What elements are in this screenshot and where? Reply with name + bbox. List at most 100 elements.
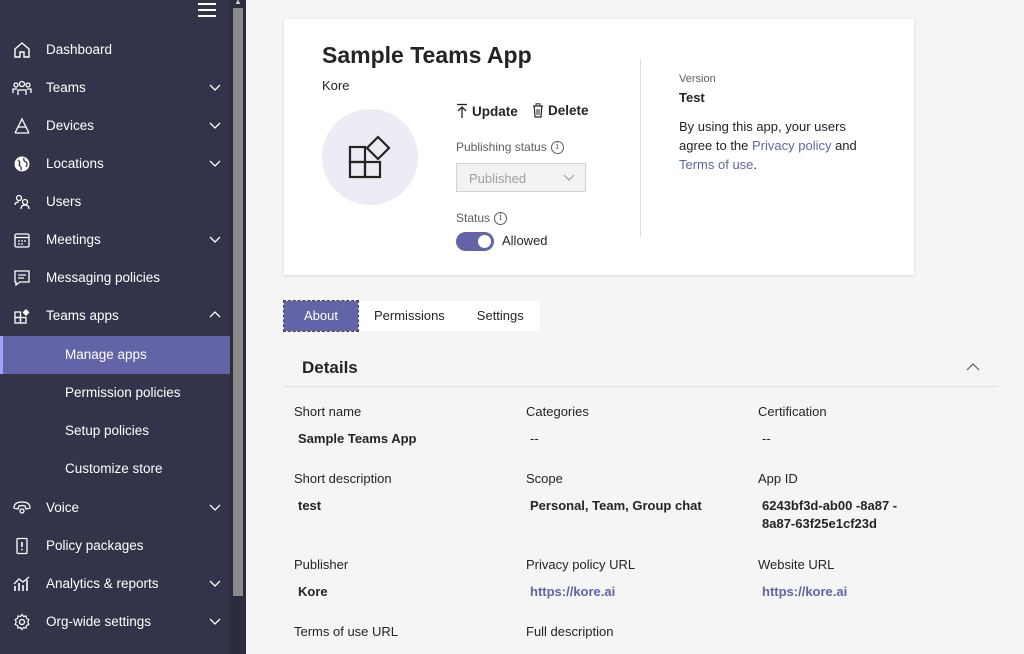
nav-label: Messaging policies	[46, 270, 161, 285]
short-description-value: test	[298, 498, 322, 513]
chevron-down-icon	[209, 84, 221, 91]
delete-button[interactable]: Delete	[532, 103, 589, 118]
devices-icon	[12, 117, 32, 135]
terms-url-label: Terms of use URL	[294, 624, 399, 639]
chevron-down-icon	[209, 122, 221, 129]
main-content: Sample Teams App Kore Update Delete Publ…	[246, 0, 1024, 654]
globe-icon	[12, 155, 32, 173]
subitem-label: Permission policies	[65, 385, 181, 400]
chevron-up-icon[interactable]	[966, 361, 980, 373]
sidebar-scrollbar[interactable]: ▲	[230, 0, 246, 654]
sidebar: Dashboard Teams Devices Locations Users	[0, 0, 230, 654]
card-divider	[640, 59, 641, 237]
chevron-down-icon	[209, 618, 221, 625]
tab-permissions[interactable]: Permissions	[358, 301, 461, 331]
full-description-label: Full description	[526, 624, 614, 639]
nav-item-meetings[interactable]: Meetings	[0, 221, 230, 259]
toggle-knob	[478, 235, 491, 248]
privacy-policy-link[interactable]: Privacy policy	[752, 138, 831, 153]
website-url-link[interactable]: https://kore.ai	[762, 584, 847, 599]
app-tiles-icon	[348, 135, 391, 179]
publishing-status-label: Publishing status i	[456, 140, 564, 154]
short-name-value: Sample Teams App	[298, 431, 417, 446]
nav-label: Devices	[46, 118, 95, 133]
nav-item-teams-apps[interactable]: Teams apps	[0, 297, 230, 335]
scope-label: Scope	[526, 471, 563, 486]
publishing-status-value: Published	[469, 171, 527, 186]
scope-value: Personal, Team, Group chat	[530, 498, 702, 513]
app-id-value: 6243bf3d-ab00 -8a87 - 8a87-63f25e1cf23d	[762, 498, 898, 531]
nav-item-policy-packages[interactable]: Policy packages	[0, 527, 230, 565]
categories-value: --	[530, 431, 539, 446]
nav-item-users[interactable]: Users	[0, 183, 230, 221]
details-heading: Details	[302, 358, 358, 377]
upload-icon	[457, 103, 467, 118]
trash-icon	[533, 103, 543, 118]
nav-label: Users	[46, 194, 82, 209]
categories-label: Categories	[526, 404, 589, 419]
voice-icon	[12, 499, 32, 517]
policy-package-icon	[12, 537, 32, 555]
nav-item-devices[interactable]: Devices	[0, 107, 230, 145]
nav-item-voice[interactable]: Voice	[0, 489, 230, 527]
sidebar-subitem-setup-policies[interactable]: Setup policies	[0, 412, 230, 450]
sidebar-subitem-permission-policies[interactable]: Permission policies	[0, 374, 230, 412]
settings-icon	[12, 613, 32, 631]
version-label: Version	[679, 73, 716, 85]
nav-label: Policy packages	[46, 538, 144, 553]
subitem-label: Manage apps	[65, 347, 147, 362]
nav-label: Teams	[46, 80, 86, 95]
nav-item-messaging-policies[interactable]: Messaging policies	[0, 259, 230, 297]
certification-value: --	[762, 431, 771, 446]
hamburger-menu-icon[interactable]	[198, 3, 216, 19]
privacy-url-label: Privacy policy URL	[526, 557, 636, 572]
status-value: Allowed	[502, 233, 548, 248]
app-summary-card: Sample Teams App Kore Update Delete Publ…	[284, 19, 914, 275]
nav-label: Analytics & reports	[46, 576, 159, 591]
users-icon	[12, 193, 32, 211]
nav-item-locations[interactable]: Locations	[0, 145, 230, 183]
nav-item-analytics-reports[interactable]: Analytics & reports	[0, 565, 230, 603]
sidebar-subitem-customize-store[interactable]: Customize store	[0, 450, 230, 488]
app-title: Sample Teams App	[322, 42, 532, 68]
apps-icon	[12, 307, 32, 325]
short-name-label: Short name	[294, 404, 362, 419]
terms-text-2: and	[831, 138, 857, 153]
privacy-url-link[interactable]: https://kore.ai	[530, 584, 615, 599]
details-divider	[284, 386, 998, 387]
app-id-label: App ID	[758, 471, 798, 486]
status-toggle[interactable]	[456, 232, 494, 251]
nav-item-teams[interactable]: Teams	[0, 69, 230, 107]
publishing-status-dropdown[interactable]: Published	[456, 163, 586, 192]
calendar-icon	[12, 231, 32, 249]
scrollbar-thumb[interactable]	[233, 8, 243, 596]
chevron-down-icon	[209, 504, 221, 511]
terms-text-3: .	[753, 157, 758, 172]
version-value: Test	[679, 90, 705, 105]
chevron-down-icon	[209, 160, 221, 167]
certification-label: Certification	[758, 404, 827, 419]
analytics-icon	[12, 575, 32, 593]
tab-about[interactable]: About	[283, 300, 359, 332]
nav-item-dashboard[interactable]: Dashboard	[0, 31, 230, 69]
home-icon	[12, 41, 32, 59]
publisher-value: Kore	[298, 584, 328, 599]
info-icon[interactable]: i	[550, 140, 564, 154]
scroll-up-icon[interactable]: ▲	[233, 0, 243, 6]
nav-label: Locations	[46, 156, 104, 171]
update-button[interactable]: Update	[456, 103, 518, 119]
tab-bar: About Permissions Settings	[283, 300, 540, 332]
sidebar-subitem-manage-apps[interactable]: Manage apps	[0, 336, 230, 374]
website-url-label: Website URL	[758, 557, 835, 572]
chevron-down-icon	[209, 580, 221, 587]
nav-label: Voice	[46, 500, 80, 515]
nav-label: Org-wide settings	[46, 614, 152, 629]
nav-item-org-wide-settings[interactable]: Org-wide settings	[0, 603, 230, 641]
terms-of-use-link[interactable]: Terms of use	[679, 157, 753, 172]
terms-notice: By using this app, your users agree to t…	[679, 117, 869, 174]
status-label: Status i	[456, 211, 508, 225]
nav-label: Meetings	[46, 232, 101, 247]
tab-settings[interactable]: Settings	[461, 301, 540, 331]
publishing-status-text: Publishing status	[456, 140, 547, 154]
info-icon[interactable]: i	[494, 211, 508, 225]
